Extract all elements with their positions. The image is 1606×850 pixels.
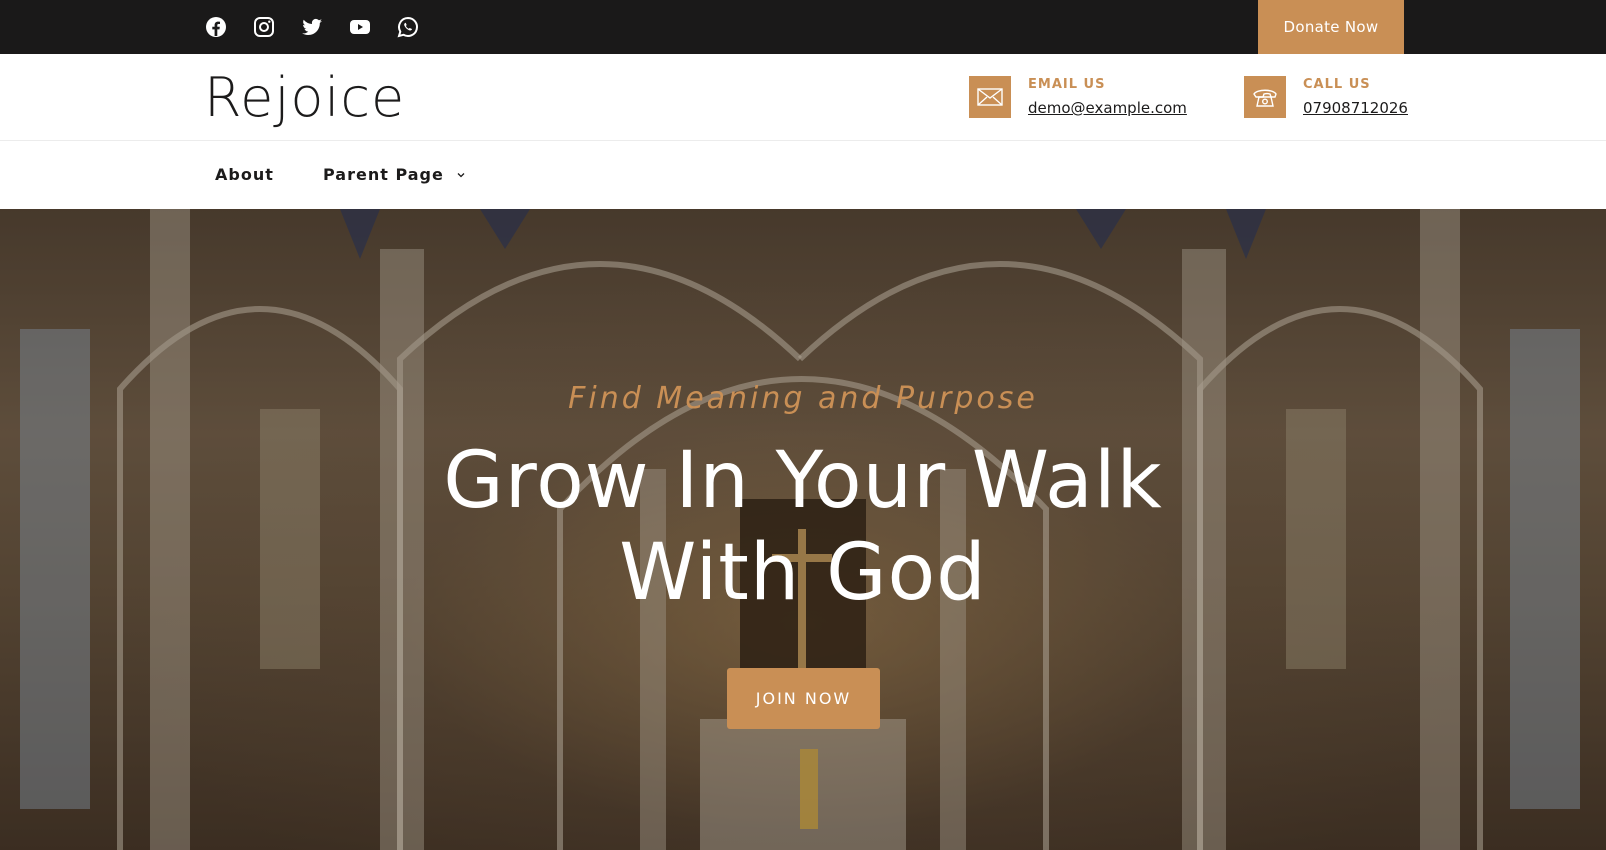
hero-subtitle: Find Meaning and Purpose: [568, 381, 1038, 416]
email-link[interactable]: demo@example.com: [1028, 99, 1187, 117]
nav-item-parent-page[interactable]: Parent Page: [323, 165, 466, 184]
phone-link[interactable]: 07908712026: [1303, 99, 1408, 117]
call-label: CALL US: [1303, 77, 1371, 92]
site-header: Rejoice EMAIL US demo@example.com CALL U…: [0, 54, 1606, 141]
donate-button[interactable]: Donate Now: [1258, 0, 1404, 54]
envelope-icon: [969, 76, 1011, 118]
hero-headline-line-1: Grow In Your Walk: [443, 436, 1163, 526]
instagram-icon[interactable]: [252, 15, 276, 39]
email-contact: EMAIL US demo@example.com: [969, 76, 1187, 118]
hero-headline-line-2: With God: [619, 528, 987, 618]
nav-item-label: Parent Page: [323, 165, 444, 184]
join-now-button[interactable]: JOIN NOW: [727, 668, 880, 729]
email-label: EMAIL US: [1028, 77, 1106, 92]
site-logo[interactable]: Rejoice: [204, 67, 405, 129]
nav-item-about[interactable]: About: [215, 165, 274, 184]
social-links: [204, 15, 420, 39]
whatsapp-icon[interactable]: [396, 15, 420, 39]
top-bar: Donate Now: [0, 0, 1606, 54]
facebook-icon[interactable]: [204, 15, 228, 39]
call-contact: CALL US 07908712026: [1244, 76, 1408, 118]
main-nav: About Parent Page: [0, 141, 1606, 209]
hero-headline: Grow In Your Walk With God: [0, 435, 1606, 619]
phone-icon: [1244, 76, 1286, 118]
twitter-icon[interactable]: [300, 15, 324, 39]
youtube-icon[interactable]: [348, 15, 372, 39]
hero-section: Find Meaning and Purpose Grow In Your Wa…: [0, 209, 1606, 850]
chevron-down-icon: [457, 172, 465, 177]
